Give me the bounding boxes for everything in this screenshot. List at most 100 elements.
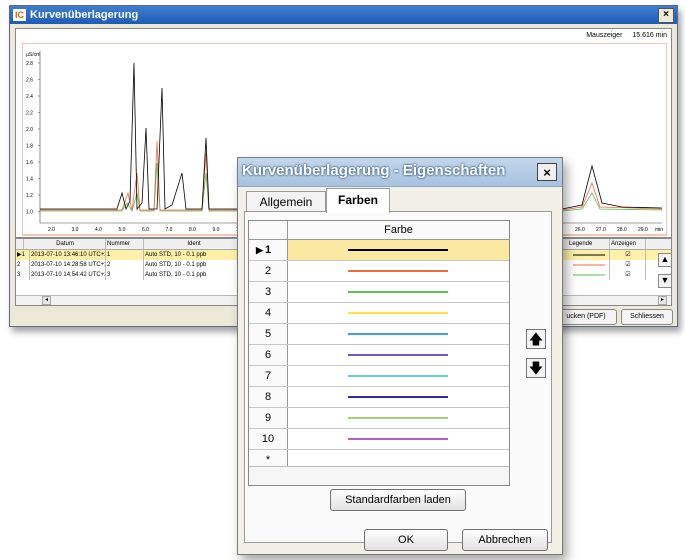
mouse-readout: Mauszeiger 15.616 min bbox=[586, 32, 667, 39]
color-row-label: 10 bbox=[261, 433, 275, 445]
tab-allgemein[interactable]: Allgemein bbox=[246, 191, 326, 212]
scroll-left-icon[interactable]: ◂ bbox=[42, 296, 51, 305]
color-swatch-cell[interactable] bbox=[288, 240, 509, 260]
ok-button[interactable]: OK bbox=[364, 529, 448, 551]
move-down-icon[interactable]: ▼ bbox=[658, 274, 672, 288]
col-ident[interactable]: Ident bbox=[144, 239, 244, 249]
tab-farben[interactable]: Farben bbox=[326, 188, 390, 213]
mouse-value: 15.616 min bbox=[632, 32, 667, 39]
color-line bbox=[348, 270, 448, 272]
y-tick-label: 2.6 bbox=[26, 78, 33, 84]
col-show[interactable]: Anzeigen bbox=[610, 239, 646, 249]
color-grid-header: Farbe bbox=[249, 221, 509, 240]
color-row[interactable]: ▶ 1 bbox=[249, 240, 509, 261]
window-titlebar: IC Kurvenüberlagerung × bbox=[10, 6, 677, 24]
dialog-close-button[interactable]: × bbox=[537, 163, 557, 181]
color-swatch-cell[interactable] bbox=[288, 429, 509, 449]
color-swatch-cell[interactable] bbox=[288, 366, 509, 386]
color-row[interactable]: 8 bbox=[249, 387, 509, 408]
row-number: 3 bbox=[106, 270, 144, 280]
properties-dialog: Kurvenüberlagerung - Eigenschaften × All… bbox=[237, 157, 563, 555]
close-window-button[interactable]: Schliessen bbox=[621, 309, 673, 325]
move-color-up-icon[interactable]: 🡅 bbox=[526, 329, 546, 349]
color-line bbox=[348, 438, 448, 440]
mouse-label: Mauszeiger bbox=[586, 32, 623, 39]
color-row[interactable]: 10 bbox=[249, 429, 509, 450]
row-legend bbox=[568, 270, 610, 280]
col-date[interactable]: Datum bbox=[24, 239, 106, 249]
scroll-right-icon[interactable]: ▸ bbox=[658, 296, 667, 305]
color-swatch-cell[interactable] bbox=[288, 408, 509, 428]
color-row[interactable]: 2 bbox=[249, 261, 509, 282]
window-close-button[interactable]: × bbox=[658, 8, 674, 23]
y-tick-label: 1.0 bbox=[26, 210, 33, 216]
y-tick-label: 1.8 bbox=[26, 144, 33, 150]
row-header-corner bbox=[249, 221, 288, 239]
y-tick-label: 2.0 bbox=[26, 127, 33, 133]
color-swatch-cell[interactable] bbox=[288, 387, 509, 407]
x-tick-label: 9.0 bbox=[213, 227, 220, 233]
x-tick-label: 5.0 bbox=[119, 227, 126, 233]
y-tick-label: 2.4 bbox=[26, 94, 33, 100]
move-up-icon[interactable]: ▲ bbox=[658, 253, 672, 267]
color-row-label: 2 bbox=[264, 265, 272, 277]
move-color-down-icon[interactable]: 🡇 bbox=[526, 358, 546, 378]
color-line bbox=[348, 375, 448, 377]
color-grid: Farbe ▶ 1 2 3 4 5 6 7 8 9 10 * bbox=[248, 220, 510, 486]
color-row[interactable]: 3 bbox=[249, 282, 509, 303]
y-unit-label: µS/cm bbox=[26, 52, 40, 58]
color-row-label: 1 bbox=[264, 244, 272, 256]
color-row[interactable]: 7 bbox=[249, 366, 509, 387]
cancel-button[interactable]: Abbrechen bbox=[462, 529, 548, 551]
current-row-icon: ▶ bbox=[256, 245, 263, 255]
col-legend[interactable]: Legende bbox=[568, 239, 610, 249]
x-tick-label: 26.0 bbox=[575, 227, 585, 233]
col-number[interactable]: Nummer bbox=[106, 239, 144, 249]
color-row[interactable]: 4 bbox=[249, 303, 509, 324]
row-ident: Auto STD, 10 - 0.1 ppb bbox=[144, 270, 244, 280]
color-row-number: 6 bbox=[249, 345, 288, 365]
color-swatch-cell[interactable] bbox=[288, 324, 509, 344]
row-legend bbox=[568, 250, 610, 260]
row-ident: Auto STD, 10 - 0.1 ppb bbox=[144, 260, 244, 270]
x-tick-label: 27.0 bbox=[596, 227, 606, 233]
color-line bbox=[348, 291, 448, 293]
print-pdf-button[interactable]: ucken (PDF) bbox=[555, 309, 617, 325]
color-swatch-cell[interactable] bbox=[288, 261, 509, 281]
color-row-label: 3 bbox=[264, 286, 272, 298]
color-swatch-cell[interactable] bbox=[288, 282, 509, 302]
color-row-number: 9 bbox=[249, 408, 288, 428]
row-legend bbox=[568, 260, 610, 270]
row-show-checkbox[interactable]: ☑ bbox=[610, 260, 646, 270]
window-title: Kurvenüberlagerung bbox=[30, 9, 139, 21]
x-tick-label: 4.0 bbox=[95, 227, 102, 233]
color-row[interactable]: 6 bbox=[249, 345, 509, 366]
color-line bbox=[348, 312, 448, 314]
color-row-label: 6 bbox=[264, 349, 272, 361]
color-row-number: 4 bbox=[249, 303, 288, 323]
y-tick-label: 1.2 bbox=[26, 193, 33, 199]
color-row-number: 5 bbox=[249, 324, 288, 344]
color-row-label: 7 bbox=[264, 370, 272, 382]
row-show-checkbox[interactable]: ☑ bbox=[610, 250, 646, 260]
row-show-checkbox[interactable]: ☑ bbox=[610, 270, 646, 280]
color-swatch-cell[interactable] bbox=[288, 303, 509, 323]
row-indicator-header bbox=[16, 239, 24, 249]
color-column-header: Farbe bbox=[384, 224, 413, 236]
color-row[interactable]: 9 bbox=[249, 408, 509, 429]
color-row[interactable]: 5 bbox=[249, 324, 509, 345]
color-row-number: 7 bbox=[249, 366, 288, 386]
row-index: 2 bbox=[16, 260, 30, 270]
x-unit-label: min bbox=[655, 227, 663, 233]
y-tick-label: 2.8 bbox=[26, 61, 33, 67]
row-date: 2013-07-10 14:28:58 UTC+2 bbox=[31, 260, 106, 270]
x-tick-label: 6.0 bbox=[142, 227, 149, 233]
y-axis-ticks: 2.8 2.6 2.4 2.2 2.0 1.8 1.6 1.4 1.2 1.0 bbox=[26, 61, 40, 216]
x-tick-label: 2.0 bbox=[48, 227, 55, 233]
color-grid-footer bbox=[249, 466, 509, 485]
row-ident: Auto STD, 10 - 0.1 ppb bbox=[144, 250, 244, 260]
x-tick-label: 29.0 bbox=[638, 227, 648, 233]
color-row-number: 3 bbox=[249, 282, 288, 302]
color-swatch-cell[interactable] bbox=[288, 345, 509, 365]
load-default-colors-button[interactable]: Standardfarben laden bbox=[330, 489, 466, 511]
